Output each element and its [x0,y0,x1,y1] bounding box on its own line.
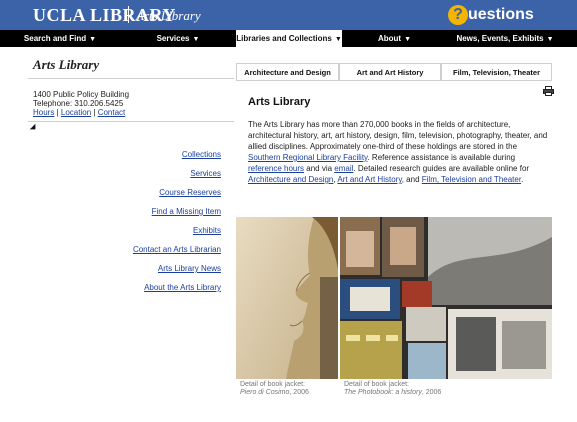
text: The Arts Library has more than 270,000 b… [248,120,548,151]
caption-title: The Photobook: a history [344,389,422,396]
text: . Reference assistance is available duri… [367,153,516,162]
corner-arrow-icon [29,123,39,133]
caption-title-line: The Photobook: a history, 2006 [344,389,552,397]
nav-label: Search and Find [23,34,87,43]
printer-icon[interactable] [543,86,554,99]
caret-down-icon: ▼ [404,36,412,43]
site-header: UCLA LIBRARY Arts Library ? uestions [0,0,577,30]
nav-search-and-find[interactable]: Search and Find ▼ [0,30,120,47]
tab-art-and-art-history[interactable]: Art and Art History [339,63,441,81]
location-link[interactable]: Location [61,108,91,117]
caret-down-icon: ▼ [89,36,97,43]
arts-library-title[interactable]: Arts Library [136,8,201,24]
link-exhibits[interactable]: Exhibits [28,226,221,245]
srlf-link[interactable]: Southern Regional Library Facility [248,153,367,162]
link-collections[interactable]: Collections [28,150,221,169]
caption-prefix: Detail of book jacket: [344,381,409,388]
link-divider: | [56,108,59,117]
nav-label: About [377,34,402,43]
caption-prefix: Detail of book jacket: [240,381,305,388]
text: and via [304,164,335,173]
book-jacket-images [236,217,552,379]
link-find-missing-item[interactable]: Find a Missing Item [28,207,221,226]
left-page-title: Arts Library [33,57,100,72]
tab-film-television-theater[interactable]: Film, Television, Theater [441,63,552,81]
email-link[interactable]: email [334,164,353,173]
text: . Detailed research guides are available… [353,164,530,173]
nav-label: Libraries and Collections [236,34,332,43]
questions-link[interactable]: uestions [468,6,534,24]
link-course-reserves[interactable]: Course Reserves [28,188,221,207]
quick-links: Hours | Location | Contact [33,108,129,117]
main-nav: Search and Find ▼ Services ▼ Libraries and… [0,30,577,48]
link-divider: | [93,108,96,117]
address-line: 1400 Public Policy Building [33,90,130,99]
divider [28,78,234,79]
caption-photobook: Detail of book jacket: The Photobook: a … [344,381,552,397]
tab-architecture-and-design[interactable]: Architecture and Design [236,63,339,81]
caption-year: , 2006 [421,389,442,396]
photobook-history-book-jacket-image [340,217,552,379]
caret-down-icon: ▼ [546,36,554,43]
telephone-line: Telephone: 310.206.5425 [33,99,124,108]
left-nav-links: Collections Services Course Reserves Fin… [28,150,221,302]
header-separator [128,6,129,23]
nav-label: News, Events, Exhibits [456,34,544,43]
caption-title-line: Piero di Cosimo, 2006 [240,389,342,397]
nav-about[interactable]: About ▼ [342,30,447,47]
text: , and [401,175,422,184]
piero-di-cosimo-book-jacket-image [236,217,338,379]
address-block: 1400 Public Policy Building Telephone: 3… [33,90,129,117]
nav-label: Services [156,34,190,43]
nav-libraries-and-collections[interactable]: Libraries and Collections ▼ [236,30,342,48]
nav-services[interactable]: Services ▼ [120,30,236,47]
content-paragraph: The Arts Library has more than 270,000 b… [248,119,548,185]
link-contact-librarian[interactable]: Contact an Arts Librarian [28,245,221,264]
divider [28,121,234,122]
content-title: Arts Library [248,96,311,108]
link-services[interactable]: Services [28,169,221,188]
art-history-guide-link[interactable]: Art and Art History [337,175,401,184]
architecture-design-guide-link[interactable]: Architecture and Design [248,175,333,184]
caption-piero-di-cosimo: Detail of book jacket: Piero di Cosimo, … [240,381,342,397]
caret-down-icon: ▼ [192,36,200,43]
film-tv-theater-guide-link[interactable]: Film, Television and Theater [422,175,521,184]
caret-down-icon: ▼ [334,36,342,43]
reference-hours-link[interactable]: reference hours [248,164,304,173]
hours-link[interactable]: Hours [33,108,54,117]
questions-icon[interactable]: ? [448,5,468,25]
text: . [521,175,524,184]
caption-year: , 2006 [289,389,309,396]
link-about-arts-library[interactable]: About the Arts Library [28,283,221,302]
caption-title: Piero di Cosimo [240,389,290,396]
nav-news-events-exhibits[interactable]: News, Events, Exhibits ▼ [447,30,563,47]
contact-link[interactable]: Contact [98,108,126,117]
link-arts-library-news[interactable]: Arts Library News [28,264,221,283]
subject-tabs: Architecture and Design Art and Art Hist… [236,63,552,81]
